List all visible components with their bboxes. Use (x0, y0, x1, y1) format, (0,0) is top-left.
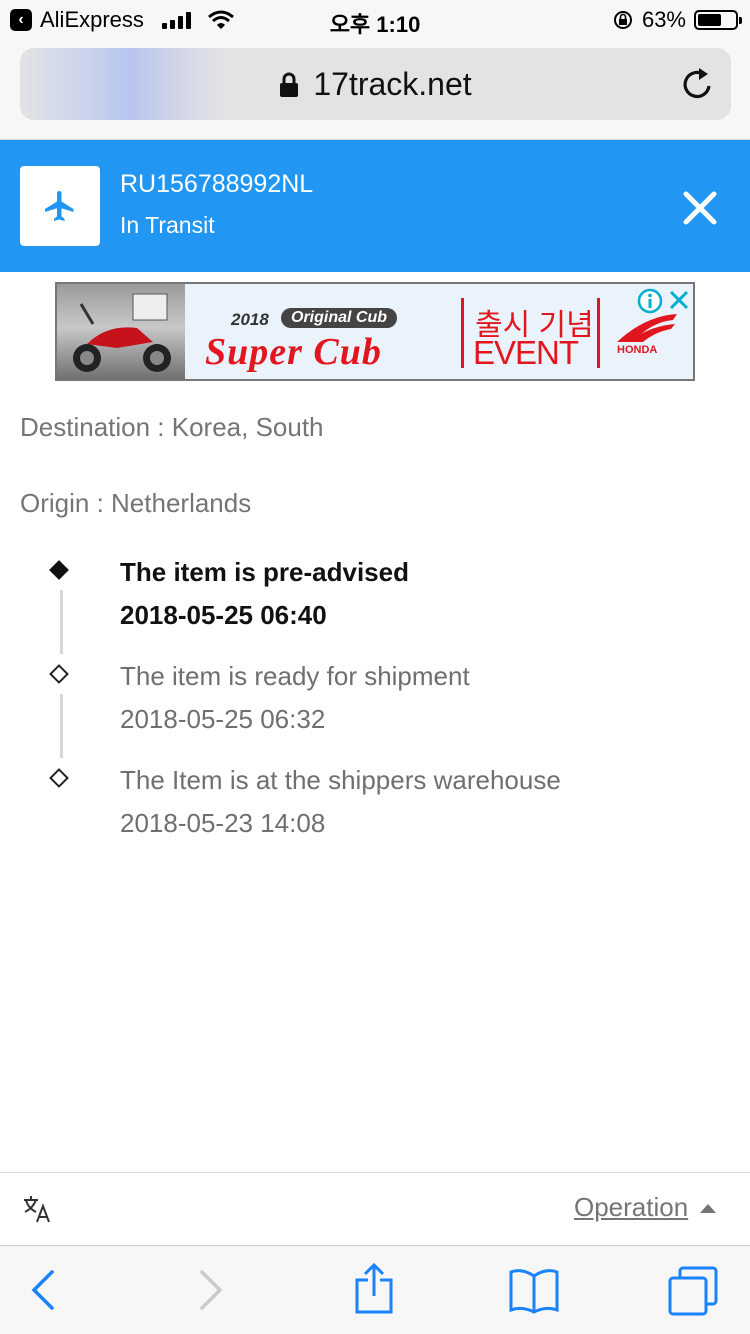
tabs-icon[interactable] (668, 1266, 720, 1316)
reload-icon[interactable] (681, 66, 715, 102)
operation-menu[interactable]: Operation (574, 1192, 688, 1223)
ad-divider (597, 298, 600, 368)
caret-up-icon[interactable] (700, 1204, 716, 1213)
ad-banner[interactable]: 2018 Original Cub Super Cub 출시 기념 EVENT … (55, 282, 695, 381)
ad-event-text: EVENT (473, 334, 579, 371)
event-time: 2018-05-25 06:32 (120, 704, 326, 734)
translate-icon[interactable] (22, 1194, 52, 1224)
status-bar: ‹ AliExpress 오후 1:10 63% (0, 0, 750, 40)
forward-icon[interactable] (198, 1268, 224, 1312)
ad-info-icon[interactable] (637, 288, 663, 314)
ad-year: 2018 (231, 310, 269, 329)
carrier-badge (20, 166, 100, 246)
destination: Destination : Korea, South (20, 412, 324, 442)
close-button[interactable] (682, 190, 718, 226)
scooter-illustration (73, 293, 171, 372)
ad-brand: HONDA (617, 344, 658, 356)
timeline-marker-current (49, 560, 69, 580)
ad-close-icon[interactable] (667, 288, 691, 312)
timeline-connector (60, 590, 63, 654)
address-bar[interactable]: 17track.net (20, 48, 731, 120)
tracking-number: RU156788992NL (120, 170, 314, 198)
ad-pill: Original Cub (281, 308, 397, 328)
bookmarks-icon[interactable] (508, 1268, 560, 1314)
browser-toolbar (0, 1245, 750, 1334)
timeline-marker (49, 768, 69, 788)
browser-chrome: 17track.net (0, 40, 750, 140)
event-title: The item is ready for shipment (120, 661, 470, 691)
tracking-status: In Transit (120, 212, 215, 238)
origin: Origin : Netherlands (20, 488, 252, 518)
orientation-lock-icon (613, 11, 632, 29)
honda-wing-logo (617, 314, 677, 342)
back-icon[interactable] (30, 1268, 56, 1312)
ad-headline: Super Cub (205, 331, 382, 373)
lock-icon (280, 72, 299, 97)
timeline-marker (49, 664, 69, 684)
share-icon[interactable] (354, 1262, 394, 1314)
event-title: The item is pre-advised (120, 557, 409, 587)
url-text: 17track.net (313, 66, 472, 102)
scooter-photo (57, 284, 185, 379)
airplane-icon (45, 191, 74, 221)
event-title: The Item is at the shippers warehouse (120, 765, 561, 795)
ad-divider (461, 298, 464, 368)
event-time: 2018-05-25 06:40 (120, 600, 327, 630)
event-time: 2018-05-23 14:08 (120, 808, 326, 838)
battery-icon (694, 10, 742, 30)
tracking-header: RU156788992NL In Transit (0, 140, 750, 272)
battery-percent: 63% (641, 7, 686, 32)
footer-divider (0, 1172, 750, 1173)
timeline-connector (60, 694, 63, 758)
